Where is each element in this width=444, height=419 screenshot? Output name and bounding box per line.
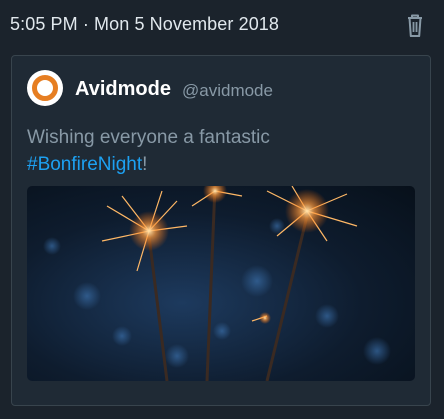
sparklers-photo <box>43 186 391 381</box>
trash-icon[interactable] <box>400 10 430 40</box>
tweet-header: 5:05 PM · Mon 5 November 2018 <box>0 0 444 52</box>
hashtag-link[interactable]: #BonfireNight <box>27 154 142 175</box>
author-handle[interactable]: @avidmode <box>182 81 273 101</box>
avidmode-logo-icon <box>32 75 58 101</box>
tweet-text-suffix: ! <box>142 154 148 175</box>
tweet-media-image[interactable] <box>27 186 415 381</box>
tweet-timestamp: 5:05 PM · Mon 5 November 2018 <box>10 14 280 34</box>
tweet-text-prefix: Wishing everyone a fantastic <box>27 127 270 148</box>
avatar[interactable] <box>27 70 63 106</box>
author-name[interactable]: Avidmode <box>75 78 171 101</box>
quoted-tweet-card[interactable]: Avidmode @avidmode Wishing everyone a fa… <box>11 55 431 406</box>
tweet-text: Wishing everyone a fantastic #BonfireNig… <box>27 124 417 178</box>
